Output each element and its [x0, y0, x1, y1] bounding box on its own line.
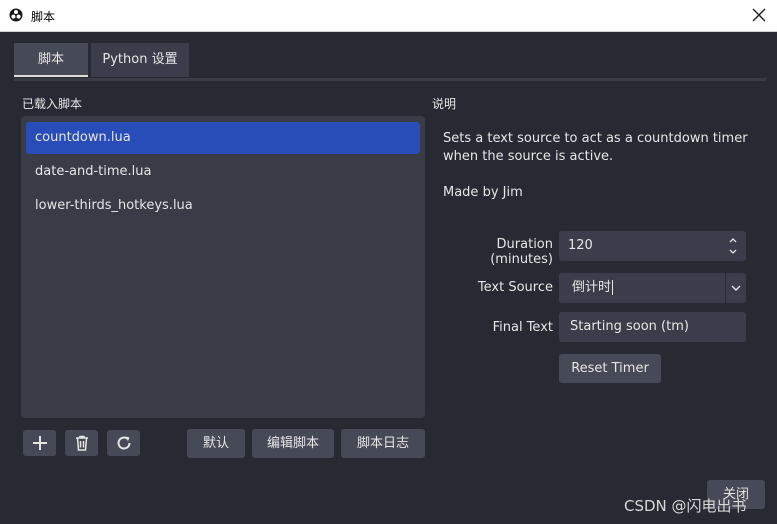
- script-item-lower-thirds[interactable]: lower-thirds_hotkeys.lua: [26, 190, 420, 222]
- combo-dropdown-button[interactable]: [725, 273, 746, 303]
- obs-logo-icon: [9, 8, 23, 22]
- final-text-value: Starting soon (tm): [570, 319, 689, 334]
- edit-script-button[interactable]: 编辑脚本: [252, 429, 334, 458]
- description-line-1: Sets a text source to act as a countdown…: [443, 131, 748, 146]
- final-text-input[interactable]: Starting soon (tm): [559, 312, 746, 342]
- spin-arrows-icon[interactable]: [728, 234, 738, 258]
- tab-divider: [14, 78, 766, 81]
- description-line-2: when the source is active.: [443, 149, 614, 164]
- text-source-label: Text Source: [477, 280, 553, 295]
- description-header: 说明: [432, 97, 457, 111]
- script-log-button[interactable]: 脚本日志: [341, 429, 425, 458]
- reload-script-button[interactable]: [107, 430, 140, 456]
- defaults-button[interactable]: 默认: [187, 429, 245, 458]
- remove-script-button[interactable]: [65, 430, 98, 456]
- loaded-scripts-header: 已载入脚本: [22, 97, 83, 111]
- author-text: Made by Jim: [443, 185, 523, 200]
- add-script-button[interactable]: [23, 430, 56, 456]
- trash-icon: [75, 435, 88, 451]
- close-icon[interactable]: [750, 6, 768, 24]
- window-title: 脚本: [31, 10, 56, 24]
- reload-icon: [117, 436, 131, 450]
- text-source-combobox[interactable]: 倒计时: [559, 273, 746, 303]
- final-text-label: Final Text: [492, 320, 553, 335]
- tab-scripts[interactable]: 脚本: [14, 43, 88, 77]
- duration-value: 120: [568, 238, 593, 253]
- text-cursor: [612, 280, 614, 295]
- script-list[interactable]: countdown.lua date-and-time.lua lower-th…: [21, 116, 425, 418]
- duration-label: Duration (minutes): [490, 237, 553, 267]
- script-item-date-and-time[interactable]: date-and-time.lua: [26, 156, 420, 188]
- text-source-value: 倒计时: [572, 280, 612, 295]
- chevron-down-icon: [731, 285, 741, 291]
- tab-python-settings[interactable]: Python 设置: [91, 43, 189, 77]
- watermark: CSDN @闪电出书: [624, 497, 747, 515]
- reset-timer-button[interactable]: Reset Timer: [559, 354, 661, 383]
- duration-spinbox[interactable]: 120: [559, 231, 746, 261]
- title-bar: 脚本: [0, 0, 777, 32]
- script-item-countdown[interactable]: countdown.lua: [26, 122, 420, 154]
- plus-icon: [32, 436, 47, 450]
